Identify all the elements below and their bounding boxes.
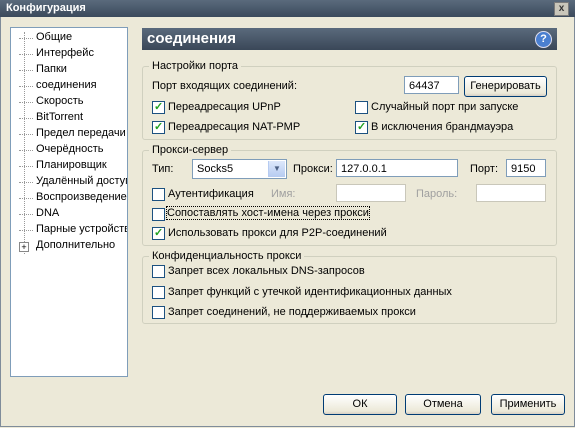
ok-button[interactable]: ОК xyxy=(323,394,397,415)
random-port-checkbox[interactable] xyxy=(355,101,368,114)
unsupported-block-label: Запрет соединений, не поддерживаемых про… xyxy=(168,306,416,318)
resolve-hostnames-label: Сопоставлять хост-имена через прокси xyxy=(166,206,370,220)
p2p-proxy-label: Использовать прокси для P2P-соединений xyxy=(168,227,387,239)
privacy-legend: Конфиденциальность прокси xyxy=(152,250,302,262)
dns-block-checkbox[interactable] xyxy=(152,265,165,278)
proxy-type-value: Socks5 xyxy=(197,163,234,175)
incoming-port-label: Порт входящих соединений: xyxy=(152,80,298,92)
password-input[interactable] xyxy=(476,184,546,202)
tree-item-label: Планировщик xyxy=(36,159,107,171)
password-label: Пароль: xyxy=(416,188,458,200)
tree-item-label: Парные устройства xyxy=(36,223,128,235)
dns-block-label: Запрет всех локальных DNS-запросов xyxy=(168,265,365,277)
resolve-hostnames-checkbox[interactable] xyxy=(152,208,165,221)
tree-connector xyxy=(24,32,25,254)
random-port-label: Случайный порт при запуске xyxy=(371,101,519,113)
help-icon[interactable]: ? xyxy=(535,31,552,48)
settings-tree[interactable]: Общие Интерфейс Папки соединения Скорост… xyxy=(10,27,128,377)
chevron-down-icon[interactable]: ▼ xyxy=(268,161,285,177)
section-title: соединения xyxy=(147,30,237,47)
incoming-port-input[interactable]: 64437 xyxy=(404,76,459,94)
tree-item-label: Скорость xyxy=(36,95,84,107)
firewall-label: В исключения брандмауэра xyxy=(371,121,514,133)
natpmp-label: Переадресация NAT-PMP xyxy=(168,121,301,133)
proxy-legend: Прокси-сервер xyxy=(152,144,229,156)
proxy-port-input[interactable]: 9150 xyxy=(506,159,546,177)
title-bar[interactable]: Конфигурация x xyxy=(0,0,575,17)
generate-button[interactable]: Генерировать xyxy=(464,76,547,97)
username-input[interactable] xyxy=(336,184,406,202)
proxy-type-select[interactable]: Socks5 ▼ xyxy=(192,159,287,179)
window-title: Конфигурация xyxy=(6,2,86,14)
username-label: Имя: xyxy=(271,188,296,200)
tree-item-label: Дополнительно xyxy=(36,239,116,251)
tree-item-label: Общие xyxy=(36,31,73,43)
tree-item-label: соединения xyxy=(36,79,97,91)
leak-block-checkbox[interactable] xyxy=(152,286,165,299)
firewall-checkbox[interactable] xyxy=(355,120,368,134)
upnp-checkbox[interactable] xyxy=(152,100,165,114)
close-button[interactable]: x xyxy=(554,2,569,16)
leak-block-label: Запрет функций с утечкой идентификационн… xyxy=(168,286,452,298)
tree-item-label: Воспроизведение xyxy=(36,191,127,203)
proxy-host-input[interactable]: 127.0.0.1 xyxy=(336,159,458,177)
tree-item-label: Папки xyxy=(36,63,67,75)
tree-item-label: Очерёдность xyxy=(36,143,104,155)
port-settings-legend: Настройки порта xyxy=(152,60,238,72)
upnp-label: Переадресация UPnP xyxy=(168,101,281,113)
auth-checkbox[interactable] xyxy=(152,188,165,201)
p2p-proxy-checkbox[interactable] xyxy=(152,226,165,240)
tree-item-label: Предел передачи xyxy=(36,127,126,139)
cancel-button[interactable]: Отмена xyxy=(405,394,481,415)
unsupported-block-checkbox[interactable] xyxy=(152,306,165,319)
tree-item-label: Удалённый доступ xyxy=(36,175,128,187)
auth-label: Аутентификация xyxy=(168,188,254,200)
expand-icon[interactable]: + xyxy=(19,242,29,252)
tree-item-label: BitTorrent xyxy=(36,111,84,123)
natpmp-checkbox[interactable] xyxy=(152,120,165,134)
proxy-host-label: Прокси: xyxy=(293,163,333,175)
section-header: соединения ? xyxy=(142,28,557,50)
proxy-type-label: Тип: xyxy=(152,163,174,175)
apply-button[interactable]: Применить xyxy=(491,394,565,415)
tree-item-label: Интерфейс xyxy=(36,47,94,59)
tree-item-label: DNA xyxy=(36,207,60,219)
proxy-port-label: Порт: xyxy=(470,163,498,175)
